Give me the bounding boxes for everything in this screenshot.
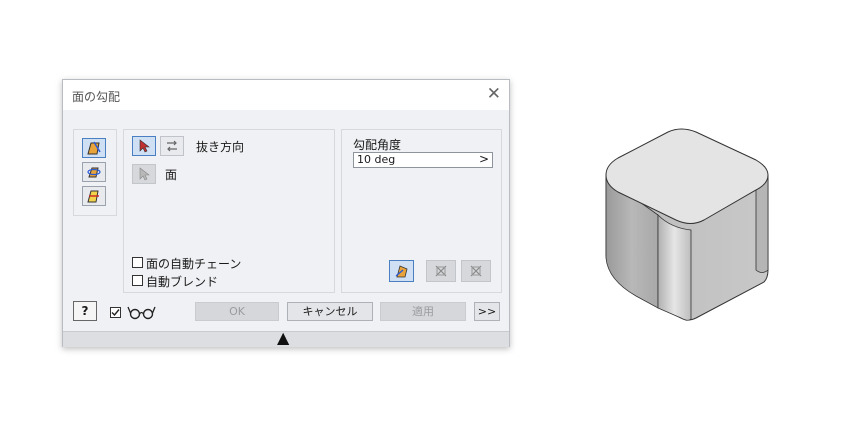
auto-chain-label: 面の自動チェーン xyxy=(146,257,242,271)
draft-one-side-icon[interactable] xyxy=(389,260,414,282)
expand-triangle-icon[interactable]: ▲ xyxy=(277,328,289,347)
fixed-edge-draft-icon[interactable] xyxy=(82,138,106,158)
close-icon[interactable]: ✕ xyxy=(487,85,501,103)
draft-symmetric-icon[interactable] xyxy=(461,260,491,282)
flip-direction-icon[interactable] xyxy=(160,136,184,156)
dialog-title: 面の勾配 xyxy=(72,90,121,104)
angle-input[interactable]: 10 deg > xyxy=(353,152,493,168)
cancel-button[interactable]: キャンセル xyxy=(287,302,373,321)
angle-value: 10 deg xyxy=(357,153,396,166)
selection-panel: 抜き方向 面 面の自動チェーン 自動ブレンド xyxy=(123,129,335,293)
angle-panel: 勾配角度 10 deg > xyxy=(341,129,502,293)
faces-select-arrow-icon[interactable] xyxy=(132,164,156,184)
fixed-plane-draft-icon[interactable] xyxy=(82,162,106,182)
preview-glasses-icon xyxy=(127,304,157,323)
faces-label: 面 xyxy=(165,168,178,182)
draft-both-sides-icon[interactable] xyxy=(426,260,456,282)
dialog-footer: ▲ xyxy=(63,328,509,347)
direction-label: 抜き方向 xyxy=(196,140,245,154)
dialog-titlebar: 面の勾配 ✕ xyxy=(63,80,509,110)
ok-button[interactable]: OK xyxy=(195,302,279,321)
face-draft-dialog: 面の勾配 ✕ 抜き方向 面 面の自動チェーン 自動ブレンド 勾配角度 10 de… xyxy=(62,79,510,347)
apply-button[interactable]: 適用 xyxy=(380,302,466,321)
draft-type-panel xyxy=(73,129,117,216)
model-preview xyxy=(605,128,769,321)
help-icon[interactable]: ? xyxy=(73,301,97,321)
auto-chain-checkbox[interactable] xyxy=(132,257,143,268)
auto-blend-checkbox[interactable] xyxy=(132,275,143,286)
direction-select-arrow-icon[interactable] xyxy=(132,136,156,156)
angle-label: 勾配角度 xyxy=(353,138,402,152)
chevron-right-icon[interactable]: > xyxy=(479,152,489,166)
parting-line-draft-icon[interactable] xyxy=(82,186,106,206)
preview-checkbox[interactable] xyxy=(110,307,121,318)
auto-blend-label: 自動ブレンド xyxy=(146,275,219,289)
more-button[interactable]: >> xyxy=(474,302,500,321)
